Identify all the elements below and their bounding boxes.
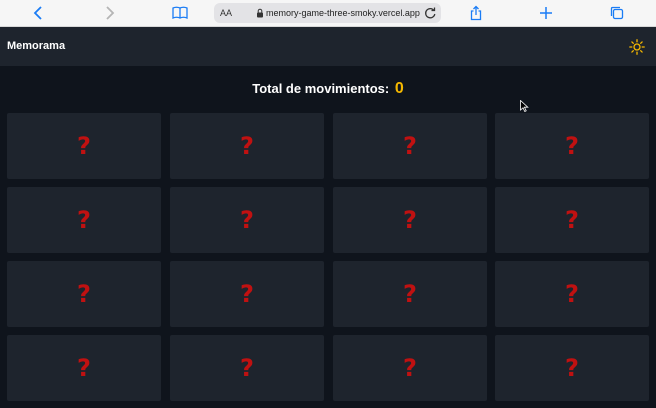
card-question-mark: ? (77, 354, 91, 382)
card-question-mark: ? (240, 206, 254, 234)
book-icon (172, 6, 188, 19)
memory-card[interactable]: ? (495, 335, 649, 401)
url-text: memory-game-three-smoky.vercel.app (266, 8, 420, 18)
reload-icon[interactable] (422, 5, 438, 21)
share-button[interactable] (466, 4, 486, 22)
card-question-mark: ? (240, 354, 254, 382)
address-bar[interactable]: AA memory-game-three-smoky.vercel.app (214, 3, 441, 23)
tabs-overview-button[interactable] (607, 4, 627, 22)
card-question-mark: ? (403, 354, 417, 382)
memory-card[interactable]: ? (7, 261, 161, 327)
memory-card[interactable]: ? (495, 187, 649, 253)
card-question-mark: ? (565, 206, 579, 234)
forward-button[interactable] (99, 4, 119, 22)
card-question-mark: ? (77, 280, 91, 308)
app-header: Memorama (0, 27, 656, 66)
moves-counter: Total de movimientos: 0 (0, 80, 656, 98)
card-question-mark: ? (403, 132, 417, 160)
moves-label: Total de movimientos: (252, 81, 390, 96)
new-tab-button[interactable] (536, 4, 556, 22)
memory-card[interactable]: ? (170, 335, 324, 401)
memory-card[interactable]: ? (333, 261, 487, 327)
app-brand[interactable]: Memorama (7, 40, 65, 52)
memory-card[interactable]: ? (495, 113, 649, 179)
plus-icon (540, 7, 552, 19)
card-question-mark: ? (565, 354, 579, 382)
card-question-mark: ? (403, 206, 417, 234)
card-question-mark: ? (240, 280, 254, 308)
memory-card[interactable]: ? (7, 335, 161, 401)
chevron-left-icon (33, 6, 42, 20)
memory-card[interactable]: ? (170, 187, 324, 253)
memory-card[interactable]: ? (7, 113, 161, 179)
card-question-mark: ? (77, 132, 91, 160)
text-size-button[interactable]: AA (220, 8, 232, 18)
card-question-mark: ? (77, 206, 91, 234)
memory-card[interactable]: ? (333, 113, 487, 179)
back-button[interactable] (29, 4, 49, 22)
sun-icon[interactable] (629, 39, 645, 55)
card-question-mark: ? (565, 280, 579, 308)
moves-count: 0 (394, 80, 404, 97)
mouse-cursor-icon (520, 100, 529, 112)
browser-toolbar: AA memory-game-three-smoky.vercel.app (0, 0, 656, 27)
share-icon (470, 5, 482, 21)
card-question-mark: ? (240, 132, 254, 160)
memory-card[interactable]: ? (495, 261, 649, 327)
memory-card[interactable]: ? (170, 113, 324, 179)
lock-icon (257, 8, 263, 18)
memory-card[interactable]: ? (333, 187, 487, 253)
tabs-icon (610, 6, 624, 20)
memory-card[interactable]: ? (170, 261, 324, 327)
bookmarks-button[interactable] (170, 4, 190, 22)
memory-card[interactable]: ? (7, 187, 161, 253)
card-question-mark: ? (403, 280, 417, 308)
chevron-right-icon (106, 6, 115, 20)
memory-card[interactable]: ? (333, 335, 487, 401)
card-question-mark: ? (565, 132, 579, 160)
